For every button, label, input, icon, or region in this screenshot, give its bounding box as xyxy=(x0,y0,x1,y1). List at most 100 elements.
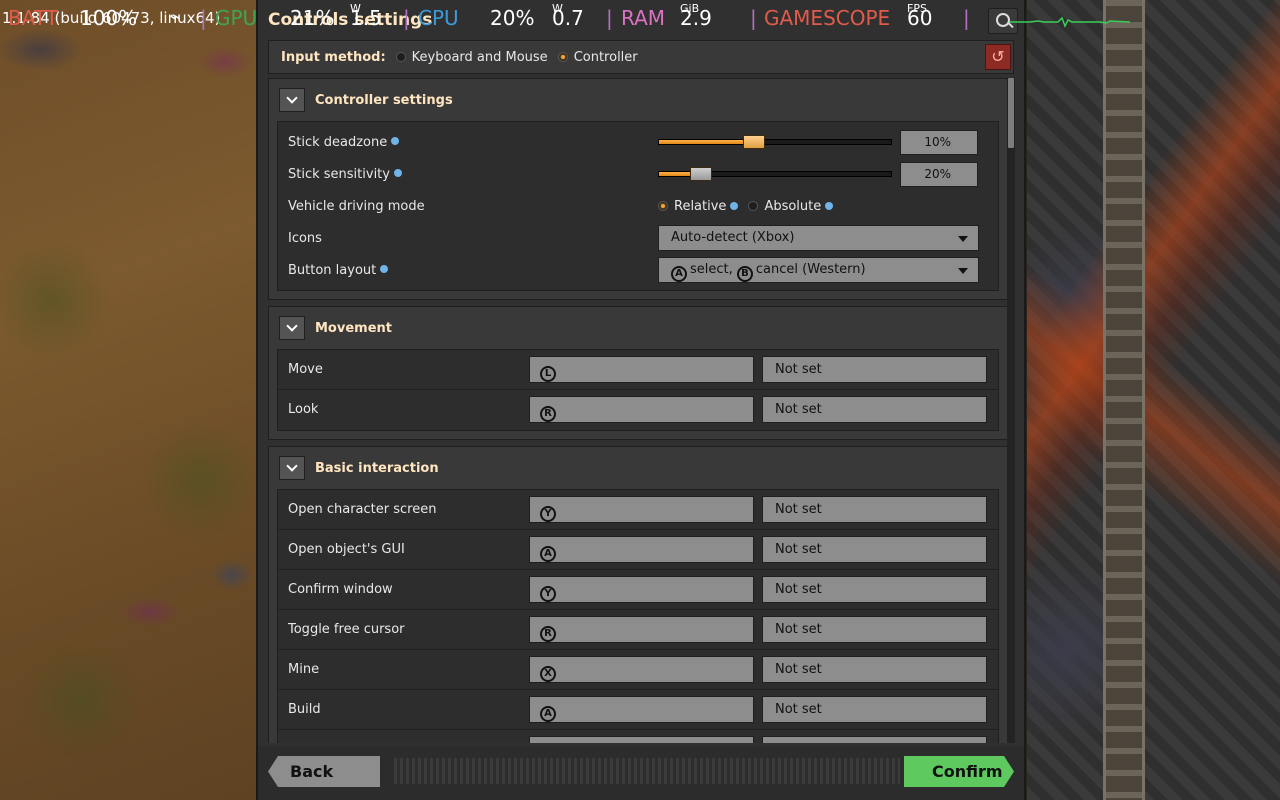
binding-label: Look xyxy=(288,402,319,417)
primary-binding-button[interactable]: Y xyxy=(529,576,754,603)
binding-label: Build xyxy=(288,702,321,717)
primary-binding-button[interactable]: A xyxy=(529,536,754,563)
binding-label: Open object's GUI xyxy=(288,542,405,557)
a-button-icon: A xyxy=(540,706,556,722)
section-title: Basic interaction xyxy=(315,460,439,476)
stick-deadzone-slider[interactable] xyxy=(658,135,892,149)
radio-label-controller[interactable]: Controller xyxy=(574,50,638,65)
info-icon xyxy=(730,202,739,210)
primary-binding-button[interactable]: Y xyxy=(529,496,754,523)
binding-row-move: Move L Not set xyxy=(278,350,998,390)
primary-binding-button[interactable]: R xyxy=(529,396,754,423)
radio-controller[interactable] xyxy=(557,52,568,62)
right-stick-icon: R xyxy=(540,406,556,422)
scrollbar[interactable] xyxy=(1007,78,1015,743)
binding-label: Open character screen xyxy=(288,502,437,517)
cpu-label: CPU xyxy=(418,6,459,30)
info-icon xyxy=(825,202,834,210)
collapse-chevron-icon[interactable] xyxy=(279,456,305,480)
section-basic-interaction: Basic interaction Open character screen … xyxy=(268,446,1008,743)
separator: | xyxy=(403,6,410,30)
frametime-graph xyxy=(1010,16,1130,28)
secondary-binding-button[interactable]: Not set xyxy=(762,536,987,563)
primary-binding-button[interactable]: A xyxy=(529,696,754,723)
slider-handle[interactable] xyxy=(689,167,712,181)
x-button-icon: X xyxy=(540,666,556,682)
controls-settings-window: Controls settings Input method: Keyboard… xyxy=(256,0,1026,800)
game-world-right xyxy=(1027,0,1280,800)
separator: | xyxy=(200,6,207,30)
setting-label: Stick deadzone xyxy=(288,134,388,150)
stick-sensitivity-value[interactable]: 20% xyxy=(900,162,978,187)
radio-label-keyboard-mouse[interactable]: Keyboard and Mouse xyxy=(412,50,548,65)
secondary-binding-button[interactable]: Not set xyxy=(762,396,987,423)
button-layout-cancel: cancel (Western) xyxy=(755,262,866,277)
setting-vehicle-driving-mode: Vehicle driving mode Relative Absolute xyxy=(278,190,998,222)
secondary-binding-button[interactable]: Not set xyxy=(762,496,987,523)
secondary-binding-button[interactable]: Not set xyxy=(762,616,987,643)
secondary-binding-button[interactable]: Not set xyxy=(762,356,987,383)
slider-handle[interactable] xyxy=(743,135,766,149)
setting-icons: Icons Auto-detect (Xbox) xyxy=(278,222,998,254)
section-title: Movement xyxy=(315,320,392,336)
primary-binding-button[interactable]: X xyxy=(529,656,754,683)
primary-binding-button[interactable] xyxy=(529,736,754,743)
cpu-usage: 20% xyxy=(490,6,535,30)
radio-label-relative[interactable]: Relative xyxy=(674,199,726,214)
section-title: Controller settings xyxy=(315,92,453,108)
cpu-watts-unit: W xyxy=(552,2,563,15)
binding-row-open-objects-gui: Open object's GUI A Not set xyxy=(278,530,998,570)
window-footer: Back Confirm xyxy=(258,746,1024,800)
reset-icon[interactable]: ↺ xyxy=(985,44,1011,70)
radio-keyboard-mouse[interactable] xyxy=(395,52,406,62)
collapse-chevron-icon[interactable] xyxy=(279,316,305,340)
radio-label-absolute[interactable]: Absolute xyxy=(764,199,821,214)
stick-deadzone-value[interactable]: 10% xyxy=(900,130,978,155)
section-movement: Movement Move L Not set Look R Not set xyxy=(268,306,1008,440)
setting-stick-sensitivity: Stick sensitivity 20% xyxy=(278,158,998,190)
collapse-chevron-icon[interactable] xyxy=(279,88,305,112)
setting-stick-deadzone: Stick deadzone 10% xyxy=(278,126,998,158)
radio-relative[interactable] xyxy=(658,201,668,211)
settings-scroll-area[interactable]: Controller settings Stick deadzone 10% S… xyxy=(268,78,1008,743)
icons-dropdown[interactable]: Auto-detect (Xbox) xyxy=(658,225,979,251)
section-controller-settings: Controller settings Stick deadzone 10% S… xyxy=(268,78,1008,300)
separator: | xyxy=(606,6,613,30)
y-button-icon: Y xyxy=(540,586,556,602)
performance-overlay: 1.1.84 (build 60473, linux64) BATT 100% … xyxy=(0,0,1140,36)
rail-track xyxy=(1103,0,1145,800)
binding-label: Mine xyxy=(288,662,320,677)
a-button-icon: A xyxy=(540,546,556,562)
binding-row-partial xyxy=(278,730,998,743)
separator: | xyxy=(750,6,757,30)
button-layout-dropdown[interactable]: Aselect, Bcancel (Western) xyxy=(658,257,979,283)
gpu-watts-unit: W xyxy=(350,2,361,15)
stick-sensitivity-slider[interactable] xyxy=(658,167,892,181)
secondary-binding-button[interactable]: Not set xyxy=(762,656,987,683)
scrollbar-thumb[interactable] xyxy=(1008,78,1014,148)
y-button-icon: Y xyxy=(540,506,556,522)
info-icon xyxy=(380,264,389,273)
secondary-binding-button[interactable]: Not set xyxy=(762,576,987,603)
setting-label: Vehicle driving mode xyxy=(288,198,425,214)
drag-handle[interactable] xyxy=(394,758,900,784)
binding-row-open-character-screen: Open character screen Y Not set xyxy=(278,490,998,530)
radio-absolute[interactable] xyxy=(748,201,759,211)
ram-label: RAM xyxy=(621,6,666,30)
binding-label: Move xyxy=(288,362,323,377)
button-layout-select: select, xyxy=(690,262,733,277)
confirm-button[interactable]: Confirm xyxy=(904,756,1014,787)
secondary-binding-button[interactable]: Not set xyxy=(762,696,987,723)
plug-icon: ⌁ xyxy=(170,7,181,28)
back-button[interactable]: Back xyxy=(268,756,380,787)
ram-unit: GiB xyxy=(680,2,700,15)
primary-binding-button[interactable]: L xyxy=(529,356,754,383)
game-world-left xyxy=(0,0,258,800)
setting-label: Button layout xyxy=(288,262,377,278)
left-stick-icon: L xyxy=(540,366,556,382)
gpu-label: GPU xyxy=(215,6,258,30)
binding-label: Confirm window xyxy=(288,582,393,597)
secondary-binding-button[interactable] xyxy=(762,736,987,743)
primary-binding-button[interactable]: R xyxy=(529,616,754,643)
right-stick-click-icon: R xyxy=(540,626,556,642)
